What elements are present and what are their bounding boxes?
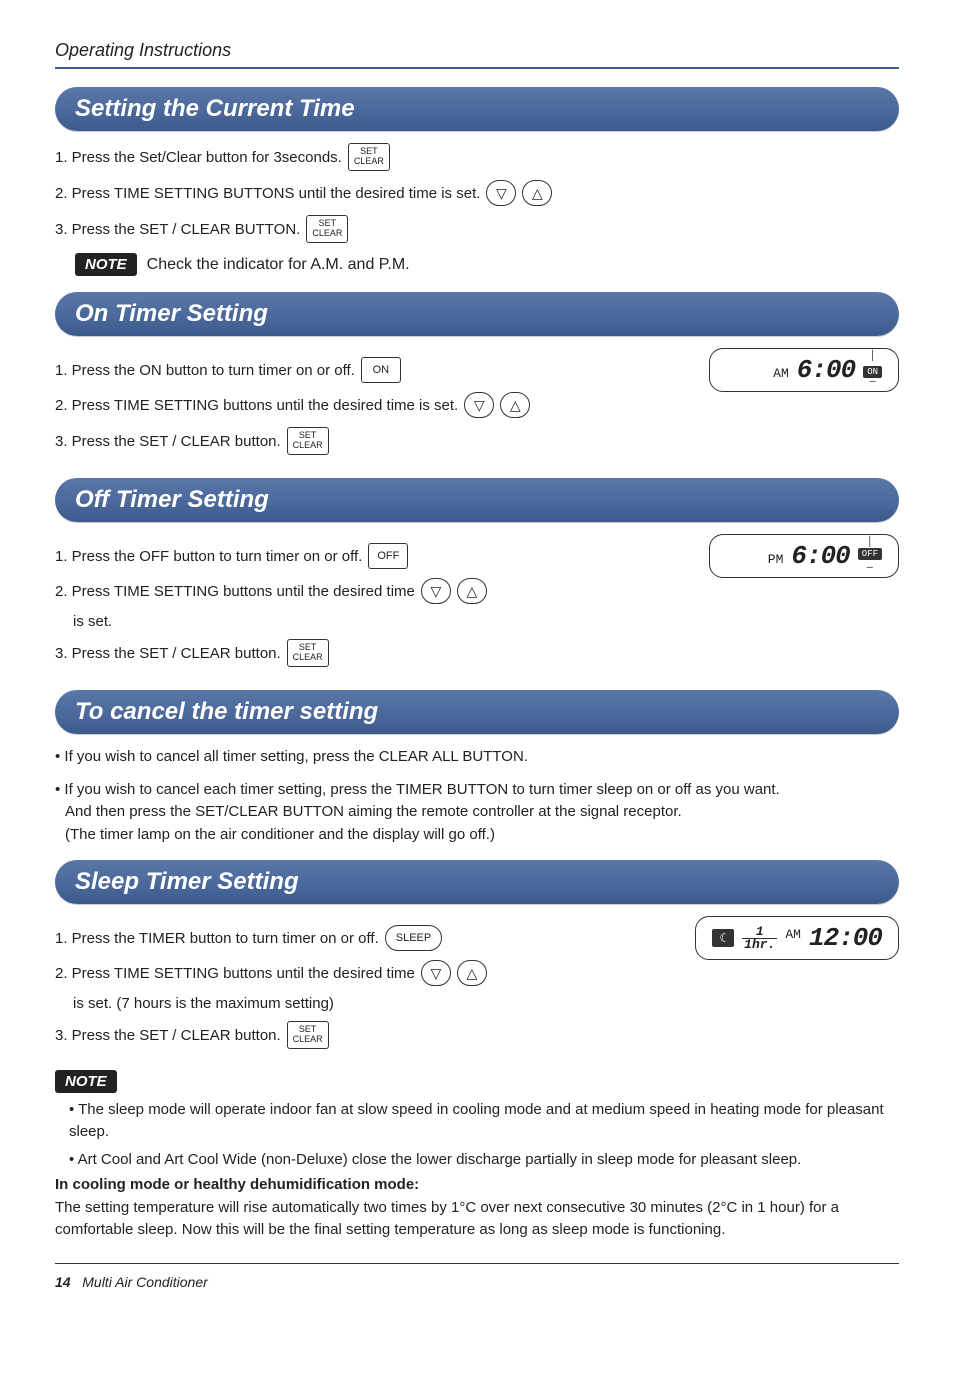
- off-step2b: is set.: [73, 613, 689, 630]
- cancel-bullet2: • If you wish to cancel each timer setti…: [55, 779, 899, 847]
- time-down-button[interactable]: ▽: [421, 578, 451, 604]
- on-step1-text: 1. Press the ON button to turn timer on …: [55, 362, 355, 379]
- time-up-button[interactable]: △: [457, 578, 487, 604]
- btn-clear-label: CLEAR: [293, 653, 323, 663]
- ct-step2: 2. Press TIME SETTING BUTTONS until the …: [55, 180, 899, 206]
- display-ampm: PM: [768, 552, 784, 567]
- header-title: Operating Instructions: [55, 40, 899, 61]
- footer-rule: [55, 1263, 899, 1264]
- display-time: 6:00: [797, 355, 855, 385]
- off-step2-text: 2. Press TIME SETTING buttons until the …: [55, 583, 415, 600]
- on-step3: 3. Press the SET / CLEAR button. SET CLE…: [55, 427, 689, 455]
- ct-step3-text: 3. Press the SET / CLEAR BUTTON.: [55, 221, 300, 238]
- sleep-button[interactable]: SLEEP: [385, 925, 442, 951]
- set-clear-button[interactable]: SET CLEAR: [306, 215, 348, 243]
- sleep-step2-text: 2. Press TIME SETTING buttons until the …: [55, 965, 415, 982]
- note-bullet1: • The sleep mode will operate indoor fan…: [69, 1099, 899, 1143]
- display-ampm: AM: [785, 927, 801, 942]
- ct-step1: 1. Press the Set/Clear button for 3secon…: [55, 143, 899, 171]
- ct-note: NOTE Check the indicator for A.M. and P.…: [75, 253, 899, 276]
- time-down-button[interactable]: ▽: [464, 392, 494, 418]
- set-clear-button[interactable]: SET CLEAR: [348, 143, 390, 171]
- ct-step3: 3. Press the SET / CLEAR BUTTON. SET CLE…: [55, 215, 899, 243]
- btn-clear-label: CLEAR: [312, 229, 342, 239]
- off-button[interactable]: OFF: [368, 543, 408, 569]
- on-step2: 2. Press TIME SETTING buttons until the …: [55, 392, 689, 418]
- on-button[interactable]: ON: [361, 357, 401, 383]
- note-badge: NOTE: [75, 253, 137, 276]
- set-clear-button[interactable]: SET CLEAR: [287, 1021, 329, 1049]
- cancel-b2-l3: (The timer lamp on the air conditioner a…: [65, 826, 495, 843]
- hour-fraction: 1 1hr.: [742, 926, 777, 950]
- note-bold: In cooling mode or healthy dehumidificat…: [55, 1176, 899, 1193]
- btn-clear-label: CLEAR: [354, 157, 384, 167]
- note-bullet2: • Art Cool and Art Cool Wide (non-Deluxe…: [69, 1149, 899, 1171]
- time-up-button[interactable]: △: [500, 392, 530, 418]
- page-header: Operating Instructions: [55, 40, 899, 69]
- time-down-button[interactable]: ▽: [421, 960, 451, 986]
- off-step1: 1. Press the OFF button to turn timer on…: [55, 543, 689, 569]
- set-clear-button[interactable]: SET CLEAR: [287, 639, 329, 667]
- time-up-button[interactable]: △: [522, 180, 552, 206]
- sleep-step3-text: 3. Press the SET / CLEAR button.: [55, 1027, 281, 1044]
- cancel-b2-l1: • If you wish to cancel each timer setti…: [55, 781, 780, 798]
- page-number: 14: [55, 1274, 71, 1290]
- time-down-button[interactable]: ▽: [486, 180, 516, 206]
- btn-clear-label: CLEAR: [293, 1035, 323, 1045]
- ct-note-text: Check the indicator for A.M. and P.M.: [147, 256, 410, 274]
- section-off-timer: Off Timer Setting: [55, 478, 899, 522]
- page-footer: 14 Multi Air Conditioner: [55, 1274, 899, 1290]
- on-step1: 1. Press the ON button to turn timer on …: [55, 357, 689, 383]
- ct-step1-text: 1. Press the Set/Clear button for 3secon…: [55, 149, 342, 166]
- sleep-step3: 3. Press the SET / CLEAR button. SET CLE…: [55, 1021, 675, 1049]
- hr-bot: 1hr.: [742, 938, 777, 951]
- sleep-step2b: is set. (7 hours is the maximum setting): [73, 995, 675, 1012]
- on-step2-text: 2. Press TIME SETTING buttons until the …: [55, 397, 458, 414]
- display-time: 6:00: [791, 541, 849, 571]
- set-clear-button[interactable]: SET CLEAR: [287, 427, 329, 455]
- note-body: The setting temperature will rise automa…: [55, 1197, 899, 1241]
- on-timer-display: AM 6:00 │ ON —: [709, 348, 899, 392]
- bottom-note: NOTE • The sleep mode will operate indoo…: [55, 1070, 899, 1241]
- section-sleep: Sleep Timer Setting: [55, 860, 899, 904]
- sleep-timer-display: ☾ 1 1hr. AM 12:00: [695, 916, 899, 960]
- off-badge: OFF: [858, 548, 882, 560]
- cancel-b2-l2: And then press the SET/CLEAR BUTTON aimi…: [65, 803, 682, 820]
- tick-icon: │: [870, 353, 876, 361]
- time-up-button[interactable]: △: [457, 960, 487, 986]
- off-step3: 3. Press the SET / CLEAR button. SET CLE…: [55, 639, 689, 667]
- section-on-timer: On Timer Setting: [55, 292, 899, 336]
- moon-icon: ☾: [712, 929, 734, 947]
- header-rule: [55, 67, 899, 69]
- product-name: Multi Air Conditioner: [82, 1274, 208, 1290]
- section-current-time: Setting the Current Time: [55, 87, 899, 131]
- dash-icon: —: [870, 379, 876, 387]
- sleep-step1: 1. Press the TIMER button to turn timer …: [55, 925, 675, 951]
- off-step1-text: 1. Press the OFF button to turn timer on…: [55, 548, 362, 565]
- tick-icon: │: [867, 539, 873, 547]
- hr-top: 1: [756, 926, 764, 938]
- cancel-bullet1: • If you wish to cancel all timer settin…: [55, 746, 899, 769]
- sleep-step1-text: 1. Press the TIMER button to turn timer …: [55, 930, 379, 947]
- display-time: 12:00: [809, 923, 882, 953]
- ct-step2-text: 2. Press TIME SETTING BUTTONS until the …: [55, 185, 480, 202]
- on-step3-text: 3. Press the SET / CLEAR button.: [55, 433, 281, 450]
- section-cancel: To cancel the timer setting: [55, 690, 899, 734]
- off-timer-display: PM 6:00 │ OFF —: [709, 534, 899, 578]
- note-badge: NOTE: [55, 1070, 117, 1093]
- display-ampm: AM: [773, 366, 789, 381]
- off-step3-text: 3. Press the SET / CLEAR button.: [55, 645, 281, 662]
- sleep-step2: 2. Press TIME SETTING buttons until the …: [55, 960, 675, 986]
- dash-icon: —: [867, 565, 873, 573]
- btn-clear-label: CLEAR: [293, 441, 323, 451]
- off-step2: 2. Press TIME SETTING buttons until the …: [55, 578, 689, 604]
